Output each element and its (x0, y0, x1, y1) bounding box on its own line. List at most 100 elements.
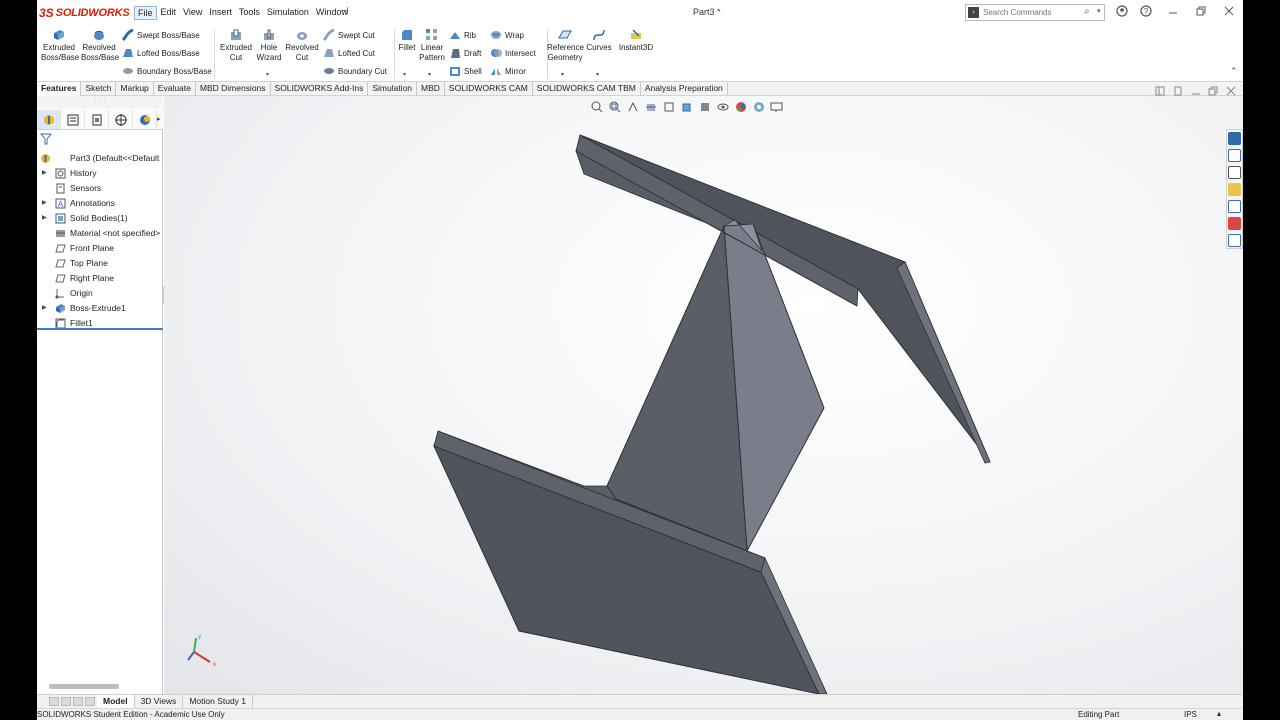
boundary-boss-button[interactable]: Boundary Boss/Base (122, 64, 212, 78)
menu-insert[interactable]: Insert (206, 6, 235, 20)
extruded-cut-button[interactable]: Extruded Cut (218, 28, 254, 63)
previous-view-icon[interactable] (625, 100, 641, 114)
menu-tools[interactable]: Tools (236, 6, 263, 20)
edit-appearance-icon[interactable] (733, 100, 749, 114)
viewport-close-icon[interactable] (1226, 86, 1236, 96)
tree-item[interactable]: ▶ Boss-Extrude1 (37, 301, 163, 316)
menu-view[interactable]: View (180, 6, 205, 20)
tab-markup[interactable]: Markup (116, 82, 154, 96)
collapse-ribbon-icon[interactable]: ⌃ (1230, 66, 1238, 77)
tab-evaluate[interactable]: Evaluate (154, 82, 196, 96)
dynamic-annotation-icon[interactable] (661, 100, 677, 114)
tree-item[interactable]: Sensors (37, 181, 163, 196)
tree-item[interactable]: Material <not specified> (37, 226, 163, 241)
search-input[interactable] (983, 6, 1083, 19)
curves-button[interactable]: Curves ▾ (585, 28, 613, 78)
revolved-boss-button[interactable]: Revolved Boss/Base (81, 28, 119, 63)
pin-menu-icon[interactable]: ⊣ (340, 6, 349, 17)
shell-button[interactable]: Shell (449, 64, 482, 78)
lofted-boss-button[interactable]: Lofted Boss/Base (122, 46, 200, 60)
section-view-icon[interactable] (643, 100, 659, 114)
expander-icon[interactable]: ▶ (42, 196, 47, 211)
mirror-button[interactable]: Mirror (490, 64, 526, 78)
chevron-down-icon[interactable]: ▾ (403, 70, 406, 80)
zoom-to-fit-icon[interactable] (589, 100, 605, 114)
display-style-icon[interactable] (697, 100, 713, 114)
tree-item[interactable]: ▶ A Annotations (37, 196, 163, 211)
view-palette-icon[interactable] (1228, 200, 1241, 213)
search-commands[interactable]: › ⌕ ▾ (965, 4, 1105, 21)
tab-motion-study-1[interactable]: Motion Study 1 (183, 695, 254, 708)
chevron-up-icon[interactable]: ▴ (1217, 709, 1221, 718)
menu-edit[interactable]: Edit (158, 6, 180, 20)
tab-features[interactable]: Features (37, 82, 82, 96)
hide-show-icon[interactable] (715, 100, 731, 114)
view-orientation-icon[interactable] (679, 100, 695, 114)
tab-mbd-dimensions[interactable]: MBD Dimensions (196, 82, 271, 96)
graphics-area[interactable] (164, 96, 1243, 694)
tab-solidworks-cam-tbm[interactable]: SOLIDWORKS CAM TBM (533, 82, 641, 96)
solidworks-logo[interactable]: 3S SOLIDWORKS (39, 5, 130, 21)
expander-icon[interactable]: ▶ (42, 211, 47, 226)
property-manager-tab[interactable] (61, 110, 85, 129)
tree-item[interactable]: Origin (37, 286, 163, 301)
chevron-down-icon[interactable]: ▾ (428, 70, 431, 80)
swept-cut-button[interactable]: Swept Cut (323, 28, 375, 42)
instant3d-button[interactable]: Instant3D (615, 28, 657, 53)
tree-item[interactable]: ▶ History (37, 166, 163, 181)
tree-item[interactable]: Part3 (Default<<Default (37, 151, 163, 166)
tree-item[interactable]: Front Plane (37, 241, 163, 256)
chevron-down-icon[interactable]: ▾ (561, 70, 564, 80)
hole-wizard-button[interactable]: Hole Wizard ▾ (254, 28, 284, 78)
apply-scene-icon[interactable] (751, 100, 767, 114)
rib-button[interactable]: Rib (449, 28, 476, 42)
display-manager-tab[interactable] (133, 110, 157, 129)
custom-properties-icon[interactable] (1228, 234, 1241, 247)
minimize-icon[interactable] (1167, 5, 1179, 17)
filter-icon[interactable] (40, 133, 52, 145)
tab-solidworks-add-ins[interactable]: SOLIDWORKS Add-Ins (271, 82, 369, 96)
boundary-cut-button[interactable]: Boundary Cut (323, 64, 387, 78)
intersect-button[interactable]: Intersect (490, 46, 536, 60)
configuration-manager-tab[interactable] (85, 110, 109, 129)
unit-system[interactable]: IPS (1184, 710, 1197, 719)
search-icon[interactable]: ⌕ (1084, 6, 1090, 17)
solidworks-resources-icon[interactable] (1228, 132, 1241, 145)
help-icon[interactable]: ? (1140, 5, 1152, 17)
expander-icon[interactable]: ▶ (42, 301, 47, 316)
home-icon[interactable] (1228, 149, 1241, 162)
wrap-button[interactable]: Wrap (490, 28, 524, 42)
swept-boss-button[interactable]: Swept Boss/Base (122, 28, 200, 42)
feature-manager-tab[interactable] (37, 110, 61, 129)
tree-item[interactable]: Top Plane (37, 256, 163, 271)
more-tabs-icon[interactable]: ▸ (157, 110, 161, 129)
revolved-cut-button[interactable]: Revolved Cut (285, 28, 319, 63)
file-explorer-icon[interactable] (1228, 183, 1241, 196)
user-icon[interactable] (1116, 5, 1128, 17)
reference-geometry-button[interactable]: Reference Geometry ▾ (547, 28, 584, 78)
tab-solidworks-cam[interactable]: SOLIDWORKS CAM (445, 82, 533, 96)
tab-mbd[interactable]: MBD (417, 82, 445, 96)
zoom-to-area-icon[interactable] (607, 100, 623, 114)
tab-model[interactable]: Model (97, 695, 135, 708)
tab-sketch[interactable]: Sketch (81, 82, 117, 96)
panel-handle[interactable]: · · · (37, 96, 163, 109)
design-library-icon[interactable] (1228, 166, 1241, 179)
restore-icon[interactable] (1195, 5, 1207, 17)
chevron-down-icon[interactable]: ▾ (266, 70, 269, 80)
appearances-icon[interactable] (1228, 217, 1241, 230)
close-icon[interactable] (1223, 5, 1235, 17)
menu-file[interactable]: File (134, 6, 157, 20)
tree-item[interactable]: Right Plane (37, 271, 163, 286)
fillet-button[interactable]: Fillet ▾ (396, 28, 418, 78)
viewport-split-icon[interactable] (1155, 86, 1165, 96)
viewport-minimize-icon[interactable] (1191, 86, 1201, 96)
expander-icon[interactable]: ▶ (42, 166, 47, 181)
chevron-down-icon[interactable]: ▾ (596, 70, 599, 80)
draft-button[interactable]: Draft (449, 46, 481, 60)
panel-scrollbar[interactable] (49, 684, 119, 689)
menu-simulation[interactable]: Simulation (264, 6, 312, 20)
tab-3d-views[interactable]: 3D Views (135, 695, 184, 708)
viewport-page-icon[interactable] (1173, 86, 1183, 96)
extruded-boss-button[interactable]: Extruded Boss/Base (41, 28, 79, 63)
